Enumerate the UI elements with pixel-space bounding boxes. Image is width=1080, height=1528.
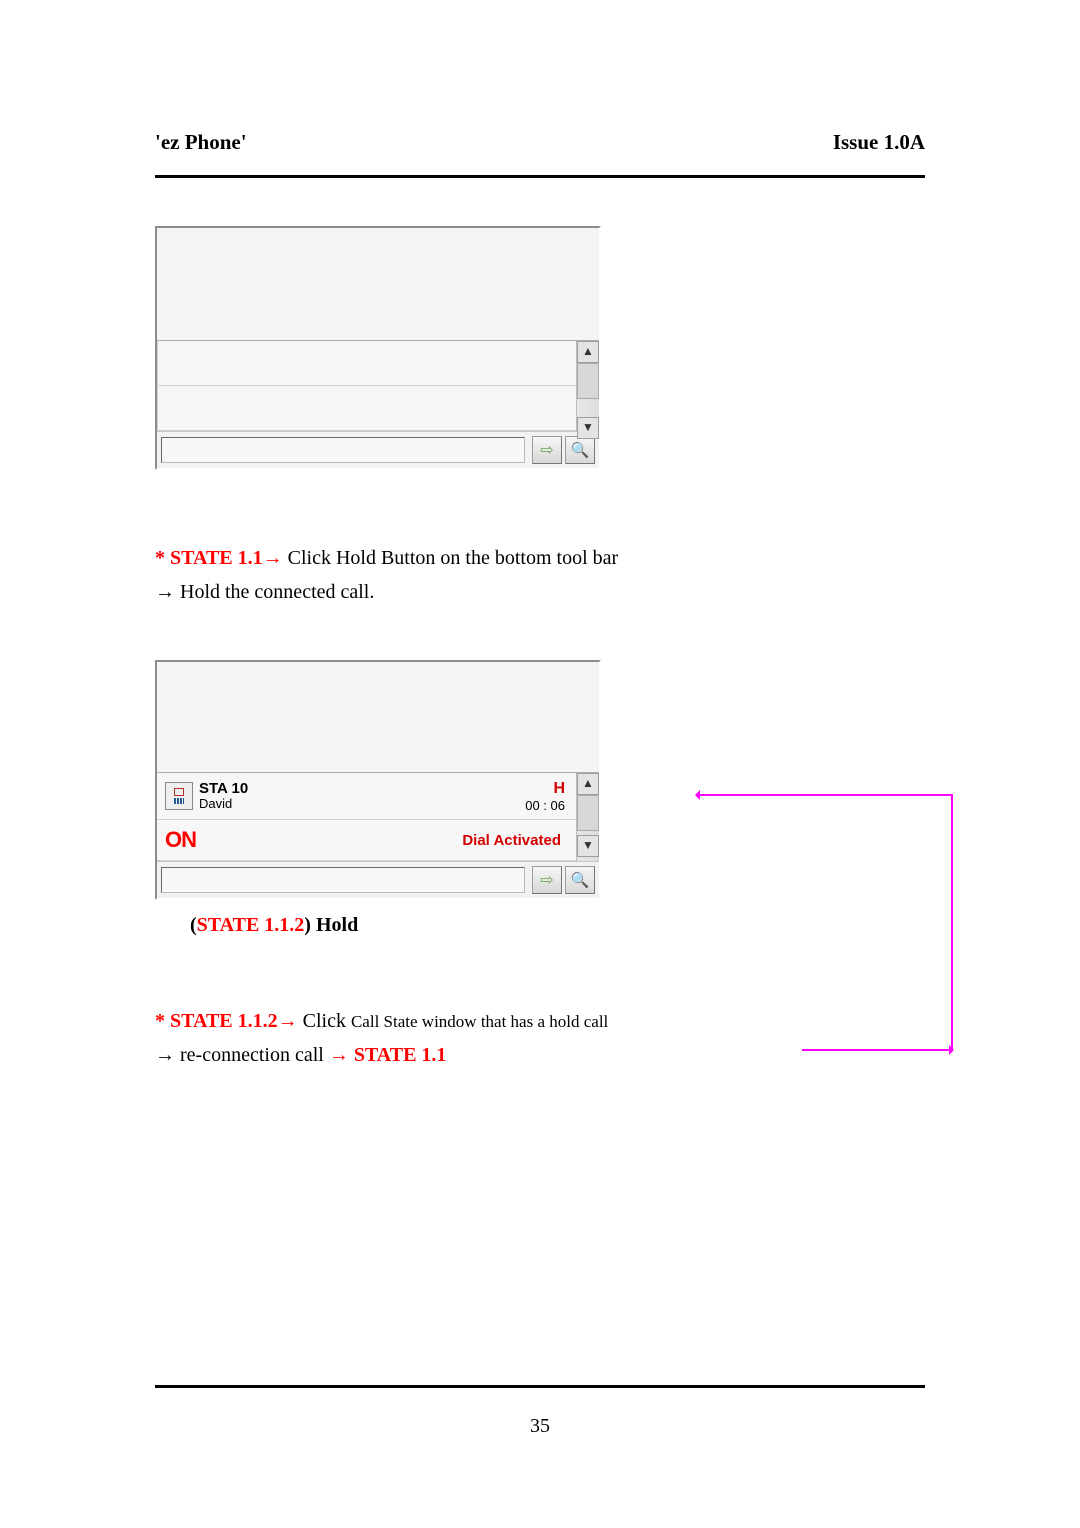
search-icon: 🔍 [571, 441, 590, 459]
state-1-1-label: * STATE 1.1 [155, 547, 263, 569]
caller-name: David [199, 797, 525, 811]
state-1-1-line2: → Hold the connected call. [155, 576, 925, 608]
list-row [158, 386, 576, 430]
scroll-down-icon[interactable]: ▼ [577, 835, 599, 857]
forward-button[interactable]: ⇨ [532, 436, 562, 464]
scroll-thumb[interactable] [577, 363, 599, 399]
footer-rule [155, 1385, 925, 1388]
annotation-line [802, 1049, 951, 1051]
status-row[interactable]: ON Dial Activated [157, 820, 577, 861]
panel-bottom-toolbar: ⇨ 🔍 [157, 861, 599, 898]
header-rule [155, 175, 925, 178]
click-word: Click [298, 1010, 351, 1032]
dial-input[interactable] [161, 437, 525, 463]
forward-button[interactable]: ⇨ [532, 866, 562, 894]
scroll-down-icon[interactable]: ▼ [577, 417, 599, 439]
call-state-panel-empty: ▲ ▼ ⇨ 🔍 [155, 226, 601, 470]
forward-arrow-icon: ⇨ [540, 440, 553, 460]
scroll-up-icon[interactable]: ▲ [577, 773, 599, 795]
scroll-thumb[interactable] [577, 795, 599, 831]
state-1-1-2-desc: Call State window that has a hold call [351, 1012, 608, 1031]
caption-rest: ) Hold [304, 914, 358, 936]
search-button[interactable]: 🔍 [565, 866, 595, 894]
search-button[interactable]: 🔍 [565, 436, 595, 464]
header-left: 'ez Phone' [155, 130, 247, 155]
annotation-line [951, 794, 953, 1049]
list-row [158, 341, 576, 386]
panel-display-area [157, 228, 599, 341]
arrow-icon: → [329, 1044, 349, 1066]
call-state-panel-hold: STA 10 David H 00 : 06 ON Dial Activated [155, 660, 601, 900]
forward-arrow-icon: ⇨ [540, 870, 553, 890]
annotation-line [698, 794, 951, 796]
search-icon: 🔍 [571, 871, 590, 889]
page-header: 'ez Phone' Issue 1.0A [155, 130, 925, 155]
station-id: STA 10 [199, 781, 525, 798]
state-1-1-line1: * STATE 1.1→ Click Hold Button on the bo… [155, 542, 925, 574]
reconnection-text: re-connection call [175, 1044, 329, 1066]
vertical-scrollbar[interactable]: ▲ ▼ [576, 341, 599, 431]
phone-icon [165, 782, 193, 810]
state-1-1-ref: STATE 1.1 [349, 1044, 447, 1066]
panel-display-area [157, 662, 599, 773]
scroll-up-icon[interactable]: ▲ [577, 341, 599, 363]
state-1-1-line2-text: Hold the connected call. [175, 581, 374, 603]
state-1-1-2-line2: → re-connection call → STATE 1.1 [155, 1039, 925, 1071]
arrow-icon: → [155, 1044, 175, 1066]
caption-state: STATE 1.1.2 [197, 914, 305, 936]
vertical-scrollbar[interactable]: ▲ ▼ [576, 773, 599, 861]
arrow-icon: → [155, 581, 175, 603]
page-number: 35 [0, 1415, 1080, 1438]
on-indicator: ON [165, 827, 196, 853]
arrow-icon: → [263, 547, 283, 569]
state-1-1-desc: Click Hold Button on the bottom tool bar [283, 547, 619, 569]
dial-input[interactable] [161, 867, 525, 893]
hold-caption: (STATE 1.1.2) Hold [190, 914, 925, 937]
hold-indicator-icon: H [553, 780, 565, 798]
panel-bottom-toolbar: ⇨ 🔍 [157, 431, 599, 468]
state-1-1-2-line1: * STATE 1.1.2→ Click Call State window t… [155, 1005, 925, 1037]
state-1-1-2-label: * STATE 1.1.2 [155, 1010, 278, 1032]
dial-status-text: Dial Activated [196, 832, 569, 849]
arrow-icon: → [278, 1010, 298, 1032]
paren-open: ( [190, 914, 197, 936]
header-right: Issue 1.0A [833, 130, 925, 155]
call-timer: 00 : 06 [525, 798, 565, 813]
call-state-row[interactable]: STA 10 David H 00 : 06 [157, 773, 577, 820]
